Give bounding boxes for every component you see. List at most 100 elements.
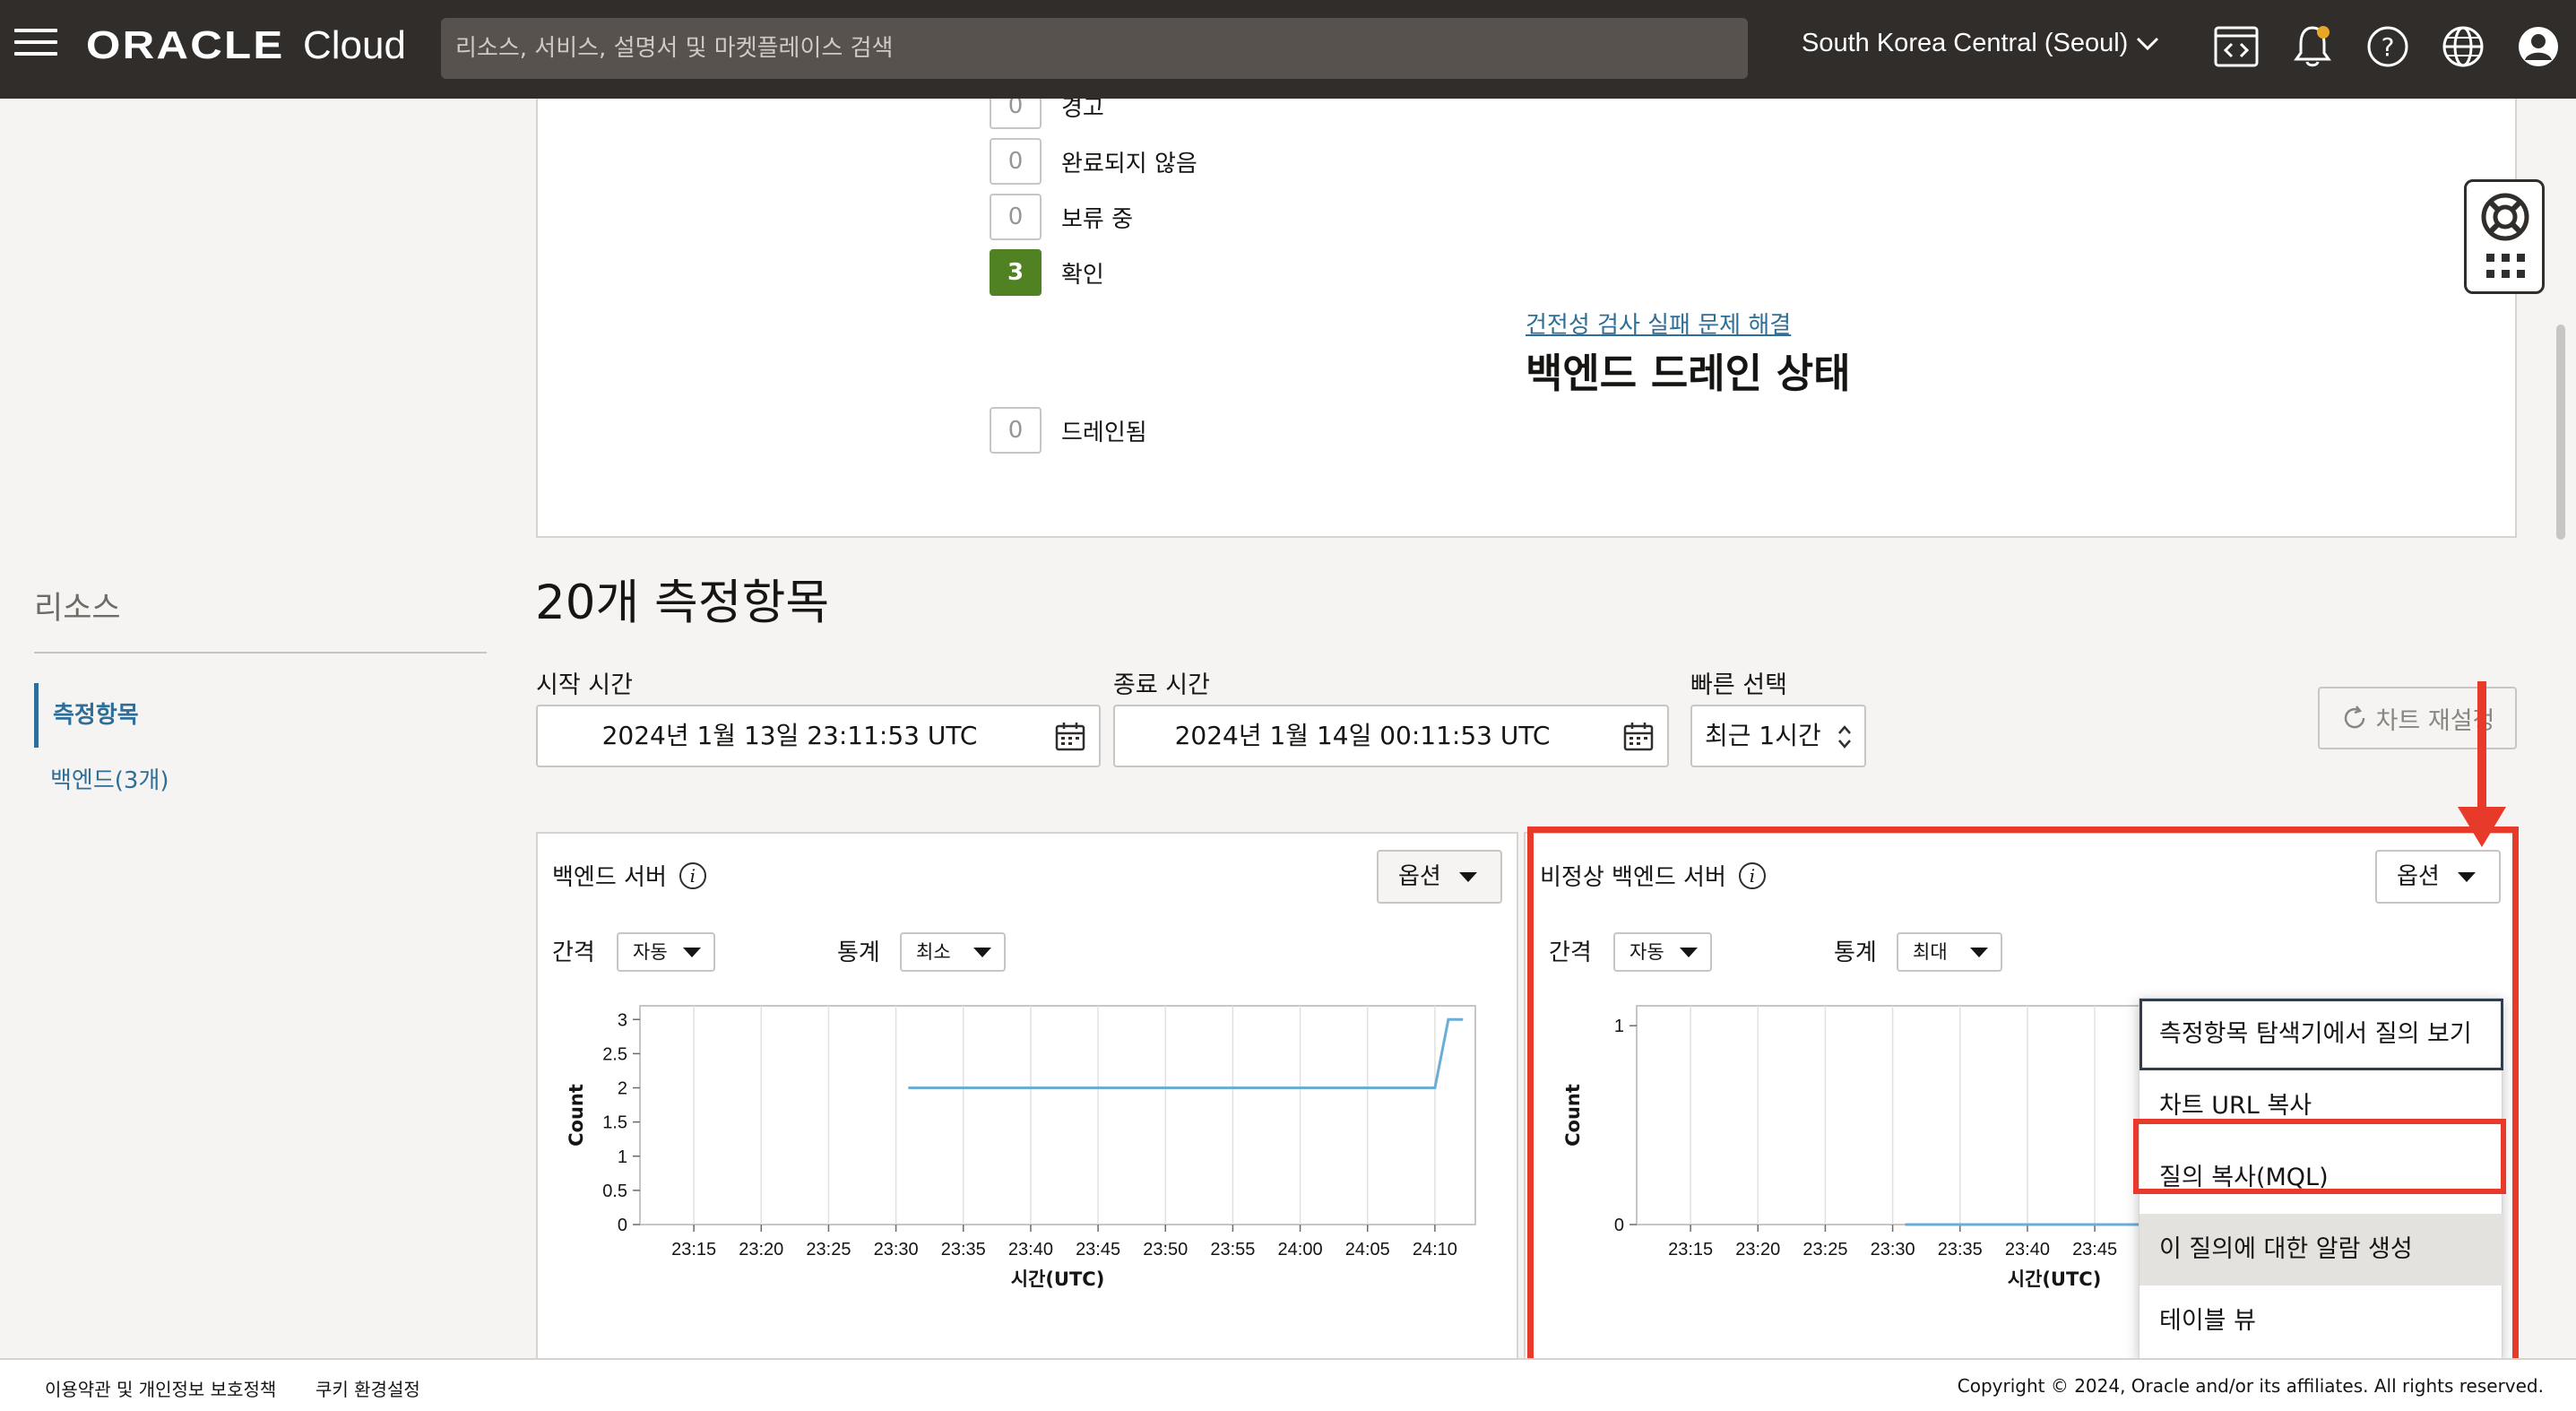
y-tick-label: 1.5 (602, 1113, 627, 1133)
footer: 이용약관 및 개인정보 보호정책 쿠키 환경설정 Copyright © 202… (0, 1358, 2576, 1411)
drain-label: 드레인됨 (1061, 419, 1147, 446)
globe-icon[interactable] (2439, 22, 2487, 71)
count-badge: 0 (990, 407, 1042, 454)
count-badge: 0 (990, 99, 1042, 129)
refresh-icon (2344, 706, 2364, 729)
interval-select[interactable]: 자동 (617, 932, 715, 972)
annotation-arrow-icon (2458, 681, 2506, 847)
end-time-input[interactable]: 2024년 1월 14일 00:11:53 UTC (1113, 705, 1669, 767)
oracle-logo[interactable]: ORACLE (86, 23, 285, 68)
interval-label: 간격 (552, 939, 595, 966)
card-title: 백엔드 서버 i (552, 859, 706, 892)
x-tick-label: 23:15 (671, 1240, 716, 1260)
metrics-title: 20개 측정항목 (535, 576, 830, 630)
caret-down-icon (1459, 872, 1477, 882)
caret-down-icon (973, 948, 991, 957)
calendar-icon[interactable] (1054, 721, 1086, 753)
troubleshoot-link[interactable]: 건전성 검사 실패 문제 해결 (1526, 307, 1791, 340)
x-tick-label: 24:10 (1413, 1240, 1457, 1260)
chevron-down-icon (2137, 37, 2159, 50)
quick-select-value: 최근 1시간 (1705, 721, 1821, 750)
sidebar-item-backends[interactable]: 백엔드(3개) (50, 762, 169, 795)
menu-icon[interactable] (14, 29, 57, 65)
statistic-select[interactable]: 최소 (900, 932, 1006, 972)
end-time-value: 2024년 1월 14일 00:11:53 UTC (1174, 721, 1551, 750)
health-label: 보류 중 (1061, 205, 1134, 233)
y-axis-label: Count (566, 1084, 587, 1147)
start-time-input[interactable]: 2024년 1월 13일 23:11:53 UTC (536, 705, 1101, 767)
annotation-highlight-card (1527, 827, 2519, 1358)
quick-select-label: 빠른 선택 (1690, 671, 1787, 699)
footer-copyright: Copyright © 2024, Oracle and/or its affi… (1957, 1375, 2544, 1397)
x-tick-label: 23:25 (806, 1240, 851, 1260)
data-point (1433, 1086, 1437, 1089)
y-tick-label: 2.5 (602, 1044, 627, 1064)
start-time-value: 2024년 1월 13일 23:11:53 UTC (601, 721, 978, 750)
y-tick-label: 3 (618, 1010, 627, 1030)
footer-terms-link[interactable]: 이용약관 및 개인정보 보호정책 (45, 1375, 276, 1401)
region-selector[interactable]: South Korea Central (Seoul) (1802, 29, 2160, 58)
series-line (909, 1017, 1462, 1089)
options-label: 옵션 (1398, 863, 1441, 890)
health-row-pending: 0 보류 중 (990, 194, 1133, 240)
health-label: 완료되지 않음 (1061, 150, 1197, 177)
svg-text:?: ? (2382, 32, 2395, 62)
search-input[interactable]: 리소스, 서비스, 설명서 및 마켓플레이스 검색 (441, 18, 1748, 79)
help-dock[interactable] (2464, 179, 2545, 294)
y-tick-label: 2 (618, 1079, 627, 1099)
options-button[interactable]: 옵션 (1377, 850, 1502, 904)
health-label: 확인 (1061, 261, 1104, 289)
health-label: 경고 (1061, 99, 1104, 122)
footer-cookie-link[interactable]: 쿠키 환경설정 (316, 1375, 420, 1401)
line-chart-backend-servers: 23:15 23:20 23:25 23:30 23:35 23:40 23:45 23:50… (566, 1005, 1476, 1290)
info-icon[interactable]: i (679, 861, 706, 889)
top-navigation-bar: ORACLE Cloud 리소스, 서비스, 설명서 및 마켓플레이스 검색 S… (0, 0, 2576, 99)
bell-icon[interactable] (2288, 22, 2337, 71)
x-tick-label: 23:45 (1076, 1240, 1120, 1260)
count-badge: 0 (990, 194, 1042, 240)
data-point (1460, 1017, 1464, 1021)
sidebar-title: 리소스 (34, 591, 121, 627)
x-tick-label: 23:40 (1008, 1240, 1053, 1260)
x-tick-label: 23:20 (739, 1240, 783, 1260)
caret-down-icon (683, 948, 701, 957)
x-tick-label: 23:55 (1210, 1240, 1255, 1260)
x-axis-label: 시간(UTC) (1011, 1268, 1105, 1290)
interval-value: 자동 (633, 941, 668, 963)
health-row-warning: 0 경고 (990, 99, 1104, 129)
scrollbar[interactable] (2556, 325, 2565, 540)
y-tick-label: 1 (618, 1147, 627, 1167)
user-avatar-icon[interactable] (2514, 22, 2563, 71)
statistic-label: 통계 (837, 939, 880, 966)
count-badge: 3 (990, 249, 1042, 296)
sort-arrows-icon (1838, 725, 1851, 749)
sidebar-divider (34, 652, 487, 654)
plot-area (639, 1005, 1476, 1225)
drain-row: 0 드레인됨 (990, 407, 1147, 454)
x-tick-label: 23:35 (941, 1240, 986, 1260)
lifebuoy-icon[interactable] (2479, 191, 2531, 243)
sidebar-item-metrics[interactable]: 측정항목 (34, 683, 139, 748)
code-editor-icon[interactable] (2212, 22, 2260, 71)
x-tick-label: 24:05 (1345, 1240, 1390, 1260)
x-tick-label: 23:50 (1143, 1240, 1188, 1260)
x-tick-label: 24:00 (1278, 1240, 1323, 1260)
data-point (1447, 1017, 1450, 1021)
annotation-highlight-menu-item (2133, 1119, 2506, 1194)
quick-select-dropdown[interactable]: 최근 1시간 (1690, 705, 1866, 767)
help-icon[interactable]: ? (2364, 22, 2412, 71)
health-row-ok: 3 확인 (990, 249, 1104, 296)
end-time-label: 종료 시간 (1113, 671, 1210, 699)
count-badge: 0 (990, 138, 1042, 185)
card-title-text: 백엔드 서버 (552, 864, 667, 891)
calendar-icon[interactable] (1622, 721, 1655, 753)
drain-status-title: 백엔드 드레인 상태 (1526, 350, 1851, 397)
data-point (908, 1086, 912, 1089)
y-tick-label: 0.5 (602, 1182, 627, 1201)
cloud-logo-text[interactable]: Cloud (303, 23, 406, 68)
apps-grid-icon[interactable] (2486, 254, 2526, 281)
x-tick-label: 23:30 (874, 1240, 919, 1260)
region-label: South Korea Central (Seoul) (1802, 29, 2129, 57)
statistic-value: 최소 (916, 941, 951, 963)
health-row-incomplete: 0 완료되지 않음 (990, 138, 1197, 185)
